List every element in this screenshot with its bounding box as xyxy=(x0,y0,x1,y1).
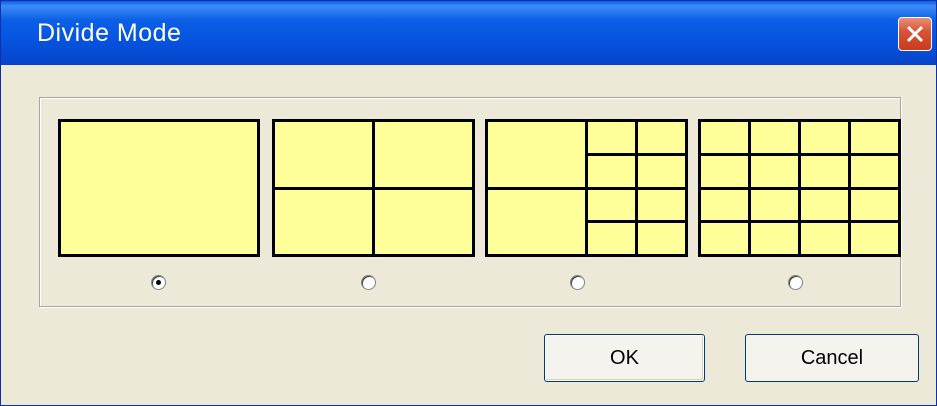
view-cell xyxy=(638,122,685,153)
view-cell xyxy=(801,223,848,254)
divide-mode-dialog: Divide Mode OK Cancel xyxy=(0,0,937,406)
close-icon xyxy=(906,25,924,43)
view-cell xyxy=(375,122,472,187)
view-cell xyxy=(701,122,748,153)
view-cell xyxy=(801,189,848,221)
view-cell xyxy=(488,189,585,254)
view-cell xyxy=(801,122,848,153)
mode-radio-single[interactable] xyxy=(151,275,166,290)
view-cell xyxy=(751,189,798,221)
view-cell xyxy=(275,189,372,254)
view-cell xyxy=(638,155,685,187)
view-cell xyxy=(851,189,898,221)
view-cell xyxy=(588,223,635,254)
window-title: Divide Mode xyxy=(37,19,182,47)
view-cell xyxy=(61,122,257,254)
ten-split-view-preview[interactable] xyxy=(485,119,688,257)
view-cell xyxy=(851,223,898,254)
view-cell xyxy=(638,223,685,254)
view-cell xyxy=(751,223,798,254)
mode-radio-sixteen[interactable] xyxy=(788,275,803,290)
view-cell xyxy=(751,155,798,187)
view-cell xyxy=(751,122,798,153)
view-cell xyxy=(638,189,685,221)
quad-view-preview[interactable] xyxy=(272,119,475,257)
view-cell xyxy=(701,189,748,221)
view-cell xyxy=(851,155,898,187)
view-cell xyxy=(588,189,635,221)
ok-button[interactable]: OK xyxy=(544,334,705,382)
view-cell xyxy=(851,122,898,153)
view-cell xyxy=(588,122,635,153)
sixteen-view-preview[interactable] xyxy=(698,119,901,257)
single-view-preview[interactable] xyxy=(58,119,260,257)
view-cell xyxy=(801,155,848,187)
view-cell xyxy=(588,155,635,187)
title-bar[interactable]: Divide Mode xyxy=(1,1,936,65)
view-cell xyxy=(275,122,372,187)
view-cell xyxy=(701,155,748,187)
mode-radio-ten-split[interactable] xyxy=(570,275,585,290)
view-cell xyxy=(701,223,748,254)
mode-radio-quad[interactable] xyxy=(361,275,376,290)
close-button[interactable] xyxy=(898,17,932,51)
view-cell xyxy=(488,122,585,187)
cancel-button[interactable]: Cancel xyxy=(745,334,919,382)
view-cell xyxy=(375,189,472,254)
